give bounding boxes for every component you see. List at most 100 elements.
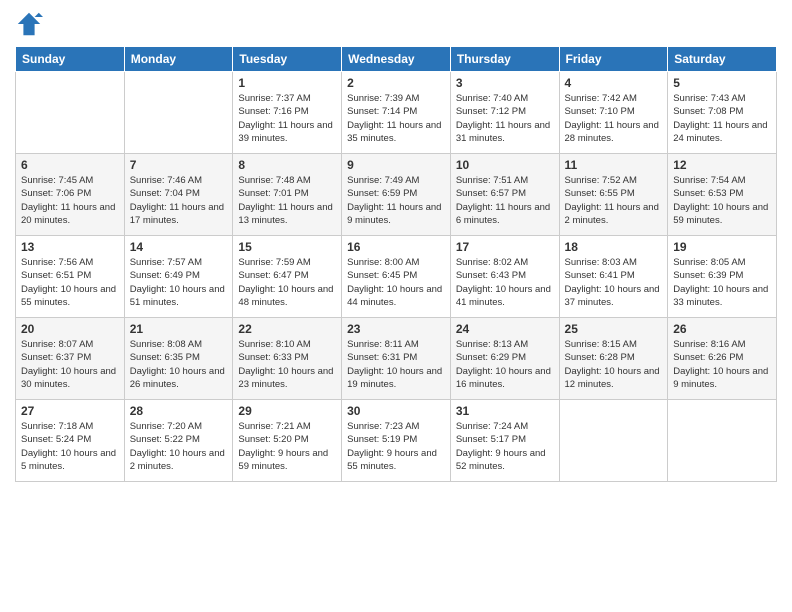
day-number: 5 [673,76,771,90]
day-number: 31 [456,404,554,418]
day-info: Sunrise: 7:59 AMSunset: 6:47 PMDaylight:… [238,256,336,309]
day-number: 11 [565,158,663,172]
day-number: 6 [21,158,119,172]
day-cell [668,400,777,482]
day-info: Sunrise: 7:42 AMSunset: 7:10 PMDaylight:… [565,92,663,145]
day-number: 28 [130,404,228,418]
logo-icon [15,10,43,38]
day-cell: 24 Sunrise: 8:13 AMSunset: 6:29 PMDayligh… [450,318,559,400]
day-number: 10 [456,158,554,172]
day-info: Sunrise: 7:20 AMSunset: 5:22 PMDaylight:… [130,420,228,473]
day-info: Sunrise: 7:48 AMSunset: 7:01 PMDaylight:… [238,174,336,227]
day-cell [124,72,233,154]
day-number: 24 [456,322,554,336]
day-cell: 19 Sunrise: 8:05 AMSunset: 6:39 PMDayligh… [668,236,777,318]
page: SundayMondayTuesdayWednesdayThursdayFrid… [0,0,792,612]
day-cell: 1Sunrise: 7:37 AMSunset: 7:16 PMDaylight… [233,72,342,154]
col-header-saturday: Saturday [668,47,777,72]
day-cell: 11 Sunrise: 7:52 AMSunset: 6:55 PMDayligh… [559,154,668,236]
col-header-wednesday: Wednesday [342,47,451,72]
day-info: Sunrise: 8:13 AMSunset: 6:29 PMDaylight:… [456,338,554,391]
day-cell: 14Sunrise: 7:57 AMSunset: 6:49 PMDayligh… [124,236,233,318]
day-info: Sunrise: 8:05 AMSunset: 6:39 PMDaylight:… [673,256,771,309]
day-cell: 27Sunrise: 7:18 AMSunset: 5:24 PMDayligh… [16,400,125,482]
day-number: 4 [565,76,663,90]
header-row: SundayMondayTuesdayWednesdayThursdayFrid… [16,47,777,72]
day-cell: 3 Sunrise: 7:40 AMSunset: 7:12 PMDaylight… [450,72,559,154]
col-header-sunday: Sunday [16,47,125,72]
day-cell: 17 Sunrise: 8:02 AMSunset: 6:43 PMDayligh… [450,236,559,318]
day-number: 23 [347,322,445,336]
day-info: Sunrise: 8:07 AMSunset: 6:37 PMDaylight:… [21,338,119,391]
day-cell: 26 Sunrise: 8:16 AMSunset: 6:26 PMDayligh… [668,318,777,400]
week-row-4: 20 Sunrise: 8:07 AMSunset: 6:37 PMDayligh… [16,318,777,400]
day-cell: 5 Sunrise: 7:43 AMSunset: 7:08 PMDaylight… [668,72,777,154]
day-number: 30 [347,404,445,418]
day-number: 7 [130,158,228,172]
day-info: Sunrise: 7:52 AMSunset: 6:55 PMDaylight:… [565,174,663,227]
day-number: 3 [456,76,554,90]
day-number: 12 [673,158,771,172]
header [15,10,777,38]
day-number: 13 [21,240,119,254]
day-cell: 12Sunrise: 7:54 AMSunset: 6:53 PMDayligh… [668,154,777,236]
day-cell: 29 Sunrise: 7:21 AMSunset: 5:20 PMDayligh… [233,400,342,482]
calendar-table: SundayMondayTuesdayWednesdayThursdayFrid… [15,46,777,482]
day-cell: 16Sunrise: 8:00 AMSunset: 6:45 PMDayligh… [342,236,451,318]
day-cell: 25 Sunrise: 8:15 AMSunset: 6:28 PMDayligh… [559,318,668,400]
day-number: 16 [347,240,445,254]
day-number: 14 [130,240,228,254]
day-info: Sunrise: 7:51 AMSunset: 6:57 PMDaylight:… [456,174,554,227]
week-row-1: 1Sunrise: 7:37 AMSunset: 7:16 PMDaylight… [16,72,777,154]
day-number: 20 [21,322,119,336]
day-cell: 13 Sunrise: 7:56 AMSunset: 6:51 PMDayligh… [16,236,125,318]
day-info: Sunrise: 7:40 AMSunset: 7:12 PMDaylight:… [456,92,554,145]
day-info: Sunrise: 8:15 AMSunset: 6:28 PMDaylight:… [565,338,663,391]
logo [15,10,47,38]
day-number: 29 [238,404,336,418]
day-info: Sunrise: 7:43 AMSunset: 7:08 PMDaylight:… [673,92,771,145]
day-info: Sunrise: 8:08 AMSunset: 6:35 PMDaylight:… [130,338,228,391]
day-cell: 9 Sunrise: 7:49 AMSunset: 6:59 PMDaylight… [342,154,451,236]
day-number: 1 [238,76,336,90]
day-info: Sunrise: 7:24 AMSunset: 5:17 PMDaylight:… [456,420,554,473]
day-info: Sunrise: 8:10 AMSunset: 6:33 PMDaylight:… [238,338,336,391]
week-row-3: 13 Sunrise: 7:56 AMSunset: 6:51 PMDayligh… [16,236,777,318]
day-cell: 10 Sunrise: 7:51 AMSunset: 6:57 PMDayligh… [450,154,559,236]
day-number: 9 [347,158,445,172]
day-info: Sunrise: 7:46 AMSunset: 7:04 PMDaylight:… [130,174,228,227]
day-info: Sunrise: 7:56 AMSunset: 6:51 PMDaylight:… [21,256,119,309]
day-info: Sunrise: 7:21 AMSunset: 5:20 PMDaylight:… [238,420,336,473]
day-cell: 30 Sunrise: 7:23 AMSunset: 5:19 PMDayligh… [342,400,451,482]
col-header-friday: Friday [559,47,668,72]
day-number: 26 [673,322,771,336]
day-info: Sunrise: 8:16 AMSunset: 6:26 PMDaylight:… [673,338,771,391]
day-number: 17 [456,240,554,254]
day-info: Sunrise: 8:02 AMSunset: 6:43 PMDaylight:… [456,256,554,309]
week-row-5: 27Sunrise: 7:18 AMSunset: 5:24 PMDayligh… [16,400,777,482]
day-info: Sunrise: 8:03 AMSunset: 6:41 PMDaylight:… [565,256,663,309]
day-cell: 15 Sunrise: 7:59 AMSunset: 6:47 PMDayligh… [233,236,342,318]
day-cell: 23 Sunrise: 8:11 AMSunset: 6:31 PMDayligh… [342,318,451,400]
day-number: 15 [238,240,336,254]
day-cell [559,400,668,482]
day-number: 27 [21,404,119,418]
day-info: Sunrise: 7:23 AMSunset: 5:19 PMDaylight:… [347,420,445,473]
day-cell: 4 Sunrise: 7:42 AMSunset: 7:10 PMDaylight… [559,72,668,154]
day-number: 2 [347,76,445,90]
day-cell: 22 Sunrise: 8:10 AMSunset: 6:33 PMDayligh… [233,318,342,400]
day-cell: 28 Sunrise: 7:20 AMSunset: 5:22 PMDayligh… [124,400,233,482]
day-number: 18 [565,240,663,254]
day-cell: 18 Sunrise: 8:03 AMSunset: 6:41 PMDayligh… [559,236,668,318]
day-cell: 20 Sunrise: 8:07 AMSunset: 6:37 PMDayligh… [16,318,125,400]
day-cell: 21 Sunrise: 8:08 AMSunset: 6:35 PMDayligh… [124,318,233,400]
day-info: Sunrise: 8:11 AMSunset: 6:31 PMDaylight:… [347,338,445,391]
day-number: 19 [673,240,771,254]
day-number: 8 [238,158,336,172]
day-info: Sunrise: 7:49 AMSunset: 6:59 PMDaylight:… [347,174,445,227]
col-header-thursday: Thursday [450,47,559,72]
col-header-monday: Monday [124,47,233,72]
day-number: 25 [565,322,663,336]
day-number: 21 [130,322,228,336]
day-number: 22 [238,322,336,336]
